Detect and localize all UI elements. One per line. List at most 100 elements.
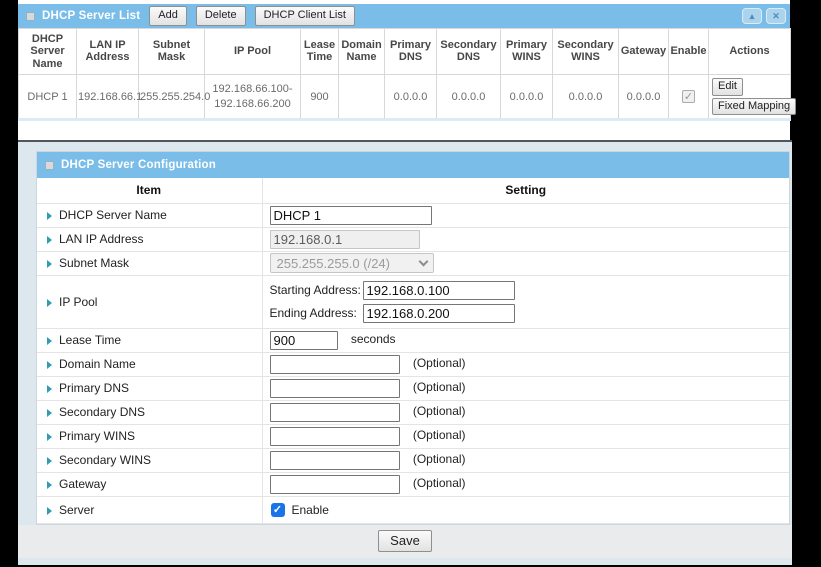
lan-ip-input (270, 230, 420, 249)
optional-note: (Optional) (413, 356, 466, 370)
field-label: LAN IP Address (59, 232, 144, 246)
collapse-icon[interactable]: ▴ (742, 8, 762, 24)
row-primary-dns: Primary DNS (Optional) (37, 376, 789, 400)
panel-square-icon (26, 12, 35, 21)
table-header-row: DHCP Server Name LAN IP Address Subnet M… (19, 29, 791, 75)
cell-subnet: 255.255.254.0 (139, 74, 205, 120)
edit-button[interactable]: Edit (712, 78, 743, 96)
secondary-dns-input[interactable] (270, 403, 400, 422)
dhcp-server-name-input[interactable] (270, 206, 432, 225)
field-label: Subnet Mask (59, 256, 129, 270)
field-label: Lease Time (59, 333, 121, 347)
starting-address-label: Starting Address: (270, 283, 363, 297)
dhcp-server-table: DHCP Server Name LAN IP Address Subnet M… (18, 28, 791, 121)
table-row: DHCP 1 192.168.66.1 255.255.254.0 192.16… (19, 74, 791, 120)
optional-note: (Optional) (413, 380, 466, 394)
item-arrow-icon (47, 337, 52, 345)
close-icon[interactable]: ✕ (766, 8, 786, 24)
item-arrow-icon (47, 457, 52, 465)
row-primary-wins: Primary WINS (Optional) (37, 424, 789, 448)
row-ip-pool: IP Pool Starting Address: Ending Address… (37, 275, 789, 328)
item-arrow-icon (47, 212, 52, 220)
field-label: DHCP Server Name (59, 208, 167, 222)
item-arrow-icon (47, 409, 52, 417)
row-secondary-dns: Secondary DNS (Optional) (37, 400, 789, 424)
field-label: Primary WINS (59, 429, 135, 443)
field-label: Primary DNS (59, 381, 129, 395)
chevron-down-icon (418, 256, 428, 266)
col-header-actions: Actions (709, 29, 791, 75)
cell-domain (339, 74, 385, 120)
ending-address-input[interactable] (363, 304, 515, 323)
field-label: Secondary WINS (59, 453, 151, 467)
starting-address-input[interactable] (363, 281, 515, 300)
config-footer: Save (18, 525, 792, 558)
field-label: Secondary DNS (59, 405, 145, 419)
setting-header: Setting (262, 178, 789, 203)
dhcp-server-list-window: DHCP Server List Add Delete DHCP Client … (18, 0, 790, 142)
cell-sdns: 0.0.0.0 (437, 74, 501, 120)
item-header: Item (37, 178, 262, 203)
subnet-mask-select: 255.255.255.0 (/24) (270, 253, 434, 273)
lease-time-suffix: seconds (351, 332, 396, 346)
col-header-pdns: Primary DNS (385, 29, 437, 75)
primary-dns-input[interactable] (270, 379, 400, 398)
secondary-wins-input[interactable] (270, 451, 400, 470)
cell-actions: Edit Fixed Mapping (709, 74, 791, 120)
cell-gateway: 0.0.0.0 (619, 74, 669, 120)
row-domain-name: Domain Name (Optional) (37, 352, 789, 376)
field-label: IP Pool (59, 295, 97, 309)
field-label: Server (59, 503, 94, 517)
col-header-swins: Secondary WINS (553, 29, 619, 75)
subnet-mask-value: 255.255.255.0 (/24) (277, 256, 390, 271)
gateway-input[interactable] (270, 475, 400, 494)
cell-name: DHCP 1 (19, 74, 77, 120)
dhcp-client-list-button[interactable]: DHCP Client List (255, 6, 355, 26)
cell-ip-pool: 192.168.66.100- 192.168.66.200 (205, 74, 301, 120)
delete-button[interactable]: Delete (196, 6, 246, 26)
item-arrow-icon (47, 481, 52, 489)
optional-note: (Optional) (413, 428, 466, 442)
fixed-mapping-button[interactable]: Fixed Mapping (712, 98, 796, 116)
item-arrow-icon (47, 385, 52, 393)
lease-time-input[interactable] (270, 331, 338, 350)
item-arrow-icon (47, 361, 52, 369)
dhcp-list-titlebar: DHCP Server List Add Delete DHCP Client … (18, 4, 790, 28)
dhcp-config-window: DHCP Server Configuration Item Setting D… (18, 140, 792, 565)
row-server-enable: Server Enable (37, 496, 789, 523)
col-header-name: DHCP Server Name (19, 29, 77, 75)
panel-square-icon (45, 161, 54, 170)
optional-note: (Optional) (413, 452, 466, 466)
field-label: Gateway (59, 477, 106, 491)
cell-enable (669, 74, 709, 120)
cell-swins: 0.0.0.0 (553, 74, 619, 120)
row-lan-ip: LAN IP Address (37, 227, 789, 251)
row-lease-time: Lease Time seconds (37, 328, 789, 352)
primary-wins-input[interactable] (270, 427, 400, 446)
cell-pwins: 0.0.0.0 (501, 74, 553, 120)
col-header-gateway: Gateway (619, 29, 669, 75)
config-header-row: Item Setting (37, 178, 789, 203)
add-button[interactable]: Add (149, 6, 187, 26)
cell-lan-ip: 192.168.66.1 (77, 74, 139, 120)
row-subnet-mask: Subnet Mask 255.255.255.0 (/24) (37, 251, 789, 275)
save-button[interactable]: Save (378, 530, 432, 552)
item-arrow-icon (47, 433, 52, 441)
col-header-enable: Enable (669, 29, 709, 75)
col-header-lease: Lease Time (301, 29, 339, 75)
col-header-ip-pool: IP Pool (205, 29, 301, 75)
col-header-pwins: Primary WINS (501, 29, 553, 75)
row-gateway: Gateway (Optional) (37, 472, 789, 496)
optional-note: (Optional) (413, 476, 466, 490)
dhcp-config-table: Item Setting DHCP Server Name LAN IP Add… (37, 178, 789, 524)
row-secondary-wins: Secondary WINS (Optional) (37, 448, 789, 472)
enable-checkbox-disabled (682, 90, 695, 103)
row-dhcp-server-name: DHCP Server Name (37, 203, 789, 227)
domain-name-input[interactable] (270, 355, 400, 374)
item-arrow-icon (47, 507, 52, 515)
cell-lease: 900 (301, 74, 339, 120)
item-arrow-icon (47, 236, 52, 244)
item-arrow-icon (47, 299, 52, 307)
server-enable-checkbox[interactable] (271, 503, 285, 517)
dhcp-list-title: DHCP Server List (42, 10, 140, 22)
